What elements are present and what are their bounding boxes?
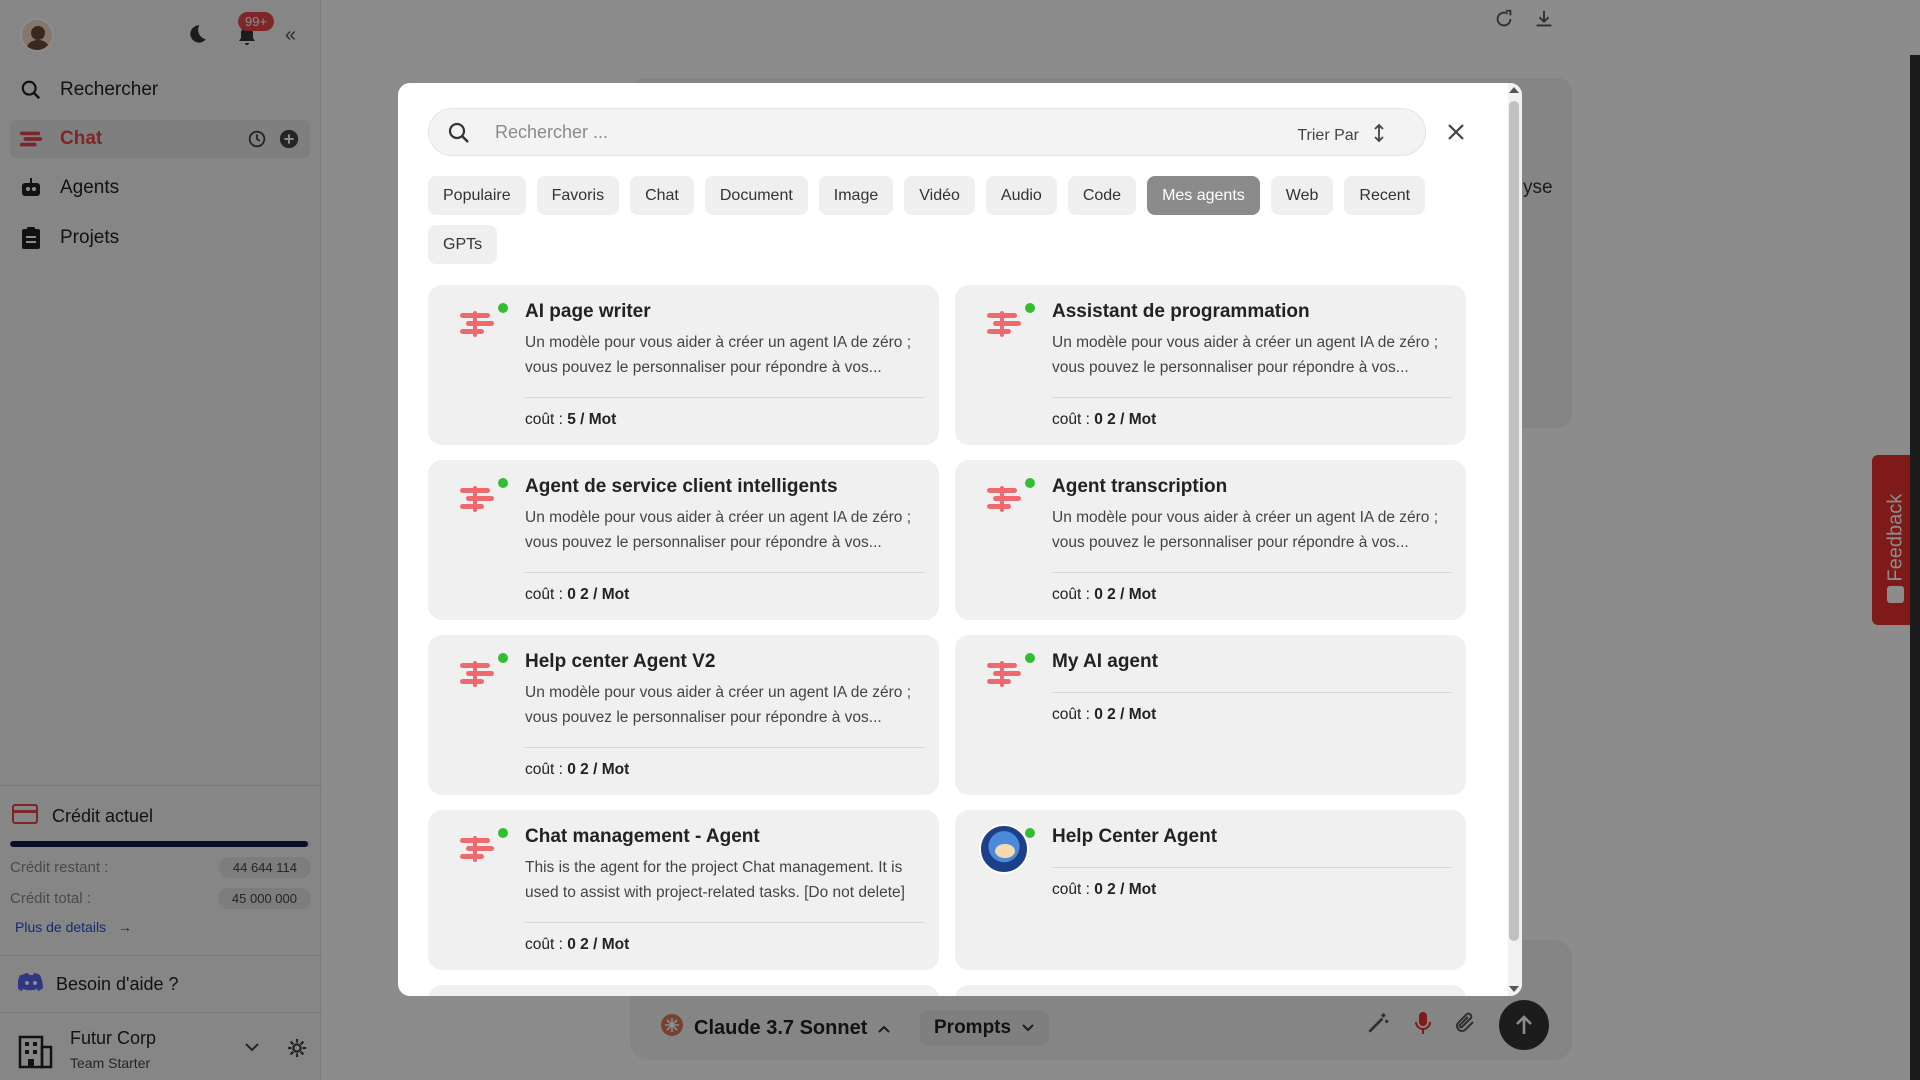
agent-description: Un modèle pour vous aider à créer un age… xyxy=(525,509,912,551)
agent-card[interactable] xyxy=(955,985,1466,996)
agent-card[interactable]: Help center Agent V2 Un modèle pour vous … xyxy=(428,635,939,795)
agent-title: AI page writer xyxy=(525,301,651,322)
card-divider xyxy=(525,397,925,398)
card-divider xyxy=(1052,692,1452,693)
agent-cost: coût : 5 / Mot xyxy=(525,411,617,428)
agent-title: Assistant de programmation xyxy=(1052,301,1310,322)
agent-logo-icon xyxy=(458,834,496,872)
agent-card[interactable]: Assistant de programmation Un modèle pour… xyxy=(955,285,1466,445)
agent-description: Un modèle pour vous aider à créer un age… xyxy=(525,334,912,376)
agent-description: Un modèle pour vous aider à créer un age… xyxy=(1052,334,1439,376)
agent-description: Un modèle pour vous aider à créer un age… xyxy=(525,684,912,726)
card-divider xyxy=(525,922,925,923)
scroll-down-arrow[interactable] xyxy=(1509,986,1519,992)
agent-card[interactable]: Agent de service client intelligents Un m… xyxy=(428,460,939,620)
filter-chip[interactable]: Vidéo xyxy=(904,176,975,215)
agent-logo-icon xyxy=(985,659,1023,697)
card-divider xyxy=(1052,867,1452,868)
online-status-dot xyxy=(1025,303,1035,313)
online-status-dot xyxy=(498,653,508,663)
filter-chip[interactable]: Audio xyxy=(985,176,1057,215)
card-divider xyxy=(525,747,925,748)
agent-card[interactable]: Agent transcription Un modèle pour vous a… xyxy=(955,460,1466,620)
filter-chips: Populaire Favoris Chat Document Image Vidéo Au… xyxy=(428,176,1468,264)
agent-title: Agent de service client intelligents xyxy=(525,476,838,497)
next-row-partial xyxy=(428,985,1466,996)
search-input[interactable] xyxy=(495,109,1195,155)
agent-logo-icon xyxy=(985,309,1023,347)
sort-button[interactable]: Trier Par xyxy=(1297,123,1385,148)
agent-title: Chat management - Agent xyxy=(525,826,760,847)
agent-cost: coût : 0 2 / Mot xyxy=(1052,411,1157,428)
agent-cost: coût : 0 2 / Mot xyxy=(525,586,630,603)
close-icon[interactable] xyxy=(1445,121,1467,143)
agent-logo-icon xyxy=(458,484,496,522)
filter-chip[interactable]: Populaire xyxy=(428,176,526,215)
scrollbar-thumb[interactable] xyxy=(1509,101,1519,941)
search-icon xyxy=(447,121,471,150)
filter-chip[interactable]: Code xyxy=(1067,176,1137,215)
online-status-dot xyxy=(498,303,508,313)
agent-card[interactable] xyxy=(428,985,939,996)
agent-card[interactable]: Help Center Agent coût : 0 2 / Mot xyxy=(955,810,1466,970)
agent-cost: coût : 0 2 / Mot xyxy=(1052,706,1157,723)
agent-logo-icon xyxy=(458,309,496,347)
modal-scrollbar[interactable] xyxy=(1508,83,1522,996)
online-status-dot xyxy=(1025,478,1035,488)
agent-cost: coût : 0 2 / Mot xyxy=(525,936,630,953)
agent-title: Help Center Agent xyxy=(1052,826,1218,847)
filter-chip[interactable]: GPTs xyxy=(428,225,498,264)
search-bar: Trier Par xyxy=(428,108,1426,156)
agent-description: This is the agent for the project Chat m… xyxy=(525,859,905,901)
online-status-dot xyxy=(1025,653,1035,663)
card-divider xyxy=(1052,397,1452,398)
agent-card[interactable]: AI page writer Un modèle pour vous aider … xyxy=(428,285,939,445)
filter-chip[interactable]: Web xyxy=(1270,176,1334,215)
agent-description: Un modèle pour vous aider à créer un age… xyxy=(1052,509,1439,551)
agent-cost: coût : 0 2 / Mot xyxy=(1052,881,1157,898)
agent-cost: coût : 0 2 / Mot xyxy=(525,761,630,778)
agent-title: Agent transcription xyxy=(1052,476,1228,497)
scroll-up-arrow[interactable] xyxy=(1509,87,1519,93)
card-divider xyxy=(525,572,925,573)
agent-logo-icon xyxy=(985,484,1023,522)
card-divider xyxy=(1052,572,1452,573)
online-status-dot xyxy=(498,478,508,488)
filter-chip[interactable]: Favoris xyxy=(536,176,620,215)
agent-picker-modal: Trier Par Populaire Favoris Chat Document Im… xyxy=(398,83,1522,996)
agent-avatar-icon xyxy=(979,824,1029,874)
online-status-dot xyxy=(1025,828,1035,838)
filter-chip[interactable]: Chat xyxy=(630,176,694,215)
agent-cost: coût : 0 2 / Mot xyxy=(1052,586,1157,603)
agent-grid: AI page writer Un modèle pour vous aider … xyxy=(428,285,1466,970)
agent-logo-icon xyxy=(458,659,496,697)
filter-chip[interactable]: Document xyxy=(704,176,808,215)
agent-title: My AI agent xyxy=(1052,651,1158,672)
online-status-dot xyxy=(498,828,508,838)
filter-chip[interactable]: Mes agents xyxy=(1147,176,1260,215)
agent-card[interactable]: My AI agent coût : 0 2 / Mot xyxy=(955,635,1466,795)
filter-chip[interactable]: Image xyxy=(818,176,894,215)
sort-arrows-icon xyxy=(1373,123,1385,148)
agent-title: Help center Agent V2 xyxy=(525,651,716,672)
agent-card[interactable]: Chat management - Agent This is the agent… xyxy=(428,810,939,970)
filter-chip[interactable]: Recent xyxy=(1344,176,1426,215)
